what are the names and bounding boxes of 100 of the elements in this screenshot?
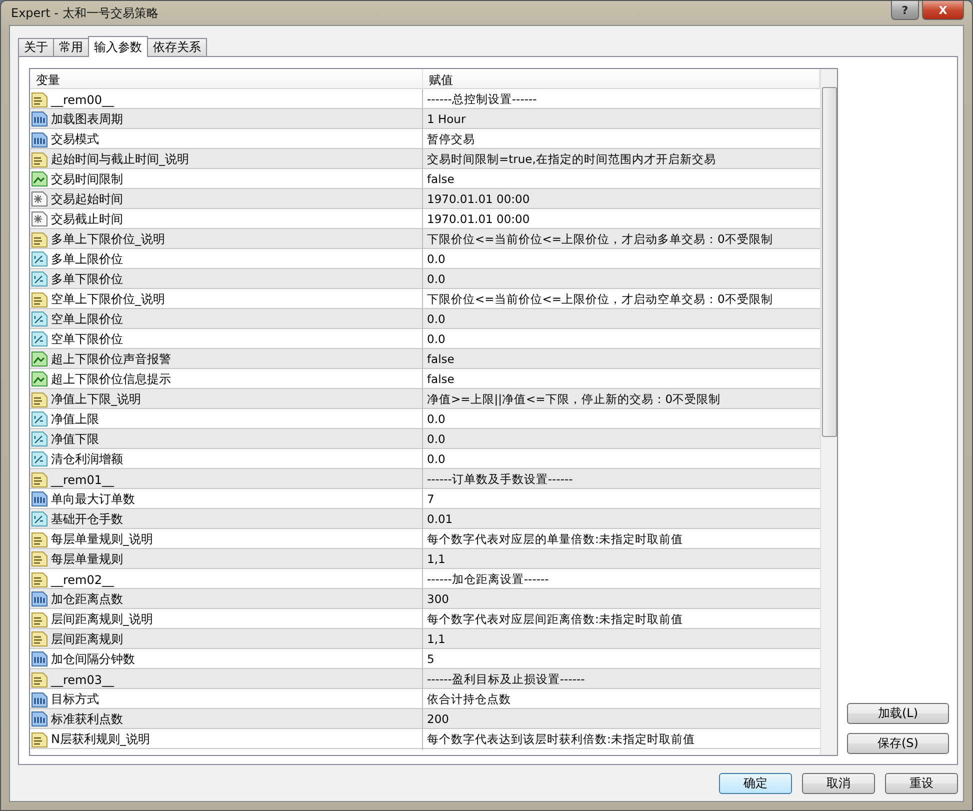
value-cell[interactable]: 300 xyxy=(423,589,820,609)
value-cell[interactable]: 每个数字代表达到该层时获利倍数:未指定时取前值 xyxy=(423,729,820,750)
value-cell[interactable]: false xyxy=(423,369,820,389)
text-type-icon xyxy=(31,631,48,647)
help-button[interactable]: ? xyxy=(891,1,919,20)
text-type-icon xyxy=(31,732,48,748)
variable-name: N层获利规则_说明 xyxy=(51,731,150,748)
value-cell[interactable]: 每个数字代表对应层间距离倍数:未指定时取前值 xyxy=(423,609,820,630)
variable-name: 超上下限价位信息提示 xyxy=(51,370,171,388)
text-type-icon xyxy=(31,472,48,488)
value-cell[interactable]: 暂停交易 xyxy=(423,129,820,150)
window-title: Expert - 太和一号交易策略 xyxy=(10,4,158,22)
tab[interactable]: 依存关系 xyxy=(147,38,207,56)
variable-name: 净值上限 xyxy=(51,410,99,428)
variable-name: 交易时间限制 xyxy=(51,170,123,188)
value-cell[interactable]: 0.0 xyxy=(423,449,820,469)
value-cell[interactable]: 0.0 xyxy=(423,249,820,269)
variable-name: 每层单量规则 xyxy=(51,550,123,568)
variable-name: 空单上下限价位_说明 xyxy=(51,291,165,308)
fraction-type-icon xyxy=(31,511,48,527)
variable-name: 标准获利点数 xyxy=(51,710,123,728)
value-cell[interactable]: 净值>=上限||净值<=下限，停止新的交易：0不受限制 xyxy=(423,389,820,410)
dialog-button[interactable]: 重设 xyxy=(885,773,958,794)
value-cell[interactable]: 1,1 xyxy=(423,549,820,569)
variable-name: 净值下限 xyxy=(51,430,99,448)
fraction-type-icon xyxy=(31,411,48,427)
variable-name: 加载图表周期 xyxy=(51,110,123,128)
integer-type-icon xyxy=(31,491,48,507)
value-cell[interactable]: 0.0 xyxy=(423,309,820,329)
variable-name: 超上下限价位声音报警 xyxy=(51,350,171,368)
value-cell[interactable]: ------盈利目标及止损设置------ xyxy=(423,669,820,690)
dialog-button[interactable]: 取消 xyxy=(802,773,875,794)
tab[interactable]: 常用 xyxy=(53,38,89,56)
value-cell[interactable]: 下限价位<=当前价位<=上限价位，才启动多单交易：0不受限制 xyxy=(423,229,820,250)
value-cell[interactable]: 5 xyxy=(423,649,820,669)
boolean-type-icon xyxy=(31,171,48,187)
text-type-icon xyxy=(31,232,48,248)
integer-type-icon xyxy=(31,651,48,667)
variable-name: 加仓间隔分钟数 xyxy=(51,650,135,668)
variable-name: 每层单量规则_说明 xyxy=(51,531,153,548)
variable-name: 交易起始时间 xyxy=(51,190,123,208)
side-button[interactable]: 加载(L) xyxy=(847,703,949,724)
value-cell[interactable]: 0.0 xyxy=(423,329,820,349)
variable-name: 层间距离规则 xyxy=(51,630,123,648)
boolean-type-icon xyxy=(31,351,48,367)
value-cell[interactable]: 1,1 xyxy=(423,629,820,649)
value-cell[interactable]: 0.0 xyxy=(423,269,820,289)
value-cell[interactable]: ------总控制设置------ xyxy=(423,89,820,110)
integer-type-icon xyxy=(31,711,48,727)
tab[interactable]: 关于 xyxy=(18,38,54,56)
variable-name: 起始时间与截止时间_说明 xyxy=(51,151,189,168)
value-cell[interactable]: false xyxy=(423,349,820,369)
scroll-thumb[interactable] xyxy=(822,87,836,437)
variable-name: 清仓利润增额 xyxy=(51,450,123,468)
value-cell[interactable]: ------订单数及手数设置------ xyxy=(423,469,820,490)
text-type-icon xyxy=(31,152,48,168)
integer-type-icon xyxy=(31,111,48,127)
side-button[interactable]: 保存(S) xyxy=(847,733,949,754)
value-cell[interactable]: 1 Hour xyxy=(423,109,820,129)
text-type-icon xyxy=(31,292,48,308)
variable-name: 多单上下限价位_说明 xyxy=(51,231,165,248)
value-cell[interactable]: 7 xyxy=(423,489,820,509)
value-cell[interactable]: 交易时间限制=true,在指定的时间范围内才开启新交易 xyxy=(423,149,820,170)
variable-name: 目标方式 xyxy=(51,691,99,708)
variable-name: __rem02__ xyxy=(51,572,114,586)
value-cell[interactable]: 下限价位<=当前价位<=上限价位，才启动空单交易：0不受限制 xyxy=(423,289,820,310)
value-cell[interactable]: 200 xyxy=(423,709,820,729)
fraction-type-icon xyxy=(31,271,48,287)
fraction-type-icon xyxy=(31,311,48,327)
value-cell[interactable]: 0.01 xyxy=(423,509,820,529)
value-cell[interactable]: 1970.01.01 00:00 xyxy=(423,189,820,209)
text-type-icon xyxy=(31,551,48,567)
tab[interactable]: 输入参数 xyxy=(88,36,148,57)
variable-name: 交易截止时间 xyxy=(51,210,123,228)
value-cell[interactable]: ------加仓距离设置------ xyxy=(423,569,820,590)
dialog-button[interactable]: 确定 xyxy=(719,773,792,794)
value-cell[interactable]: 依合计持仓点数 xyxy=(423,689,820,710)
value-cell[interactable]: 1970.01.01 00:00 xyxy=(423,209,820,229)
value-cell[interactable]: 0.0 xyxy=(423,409,820,429)
variable-name: 基础开仓手数 xyxy=(51,510,123,528)
variable-name: 空单上限价位 xyxy=(51,310,123,328)
value-cell[interactable]: false xyxy=(423,169,820,189)
value-cell[interactable]: 0.0 xyxy=(423,429,820,449)
value-cell[interactable]: 每个数字代表对应层的单量倍数:未指定时取前值 xyxy=(423,529,820,550)
variable-name: 加仓距离点数 xyxy=(51,590,123,608)
variable-name: 交易模式 xyxy=(51,131,99,148)
fraction-type-icon xyxy=(31,431,48,447)
close-button[interactable]: X xyxy=(922,1,964,20)
text-type-icon xyxy=(31,92,48,108)
variable-name: 空单下限价位 xyxy=(51,330,123,348)
text-type-icon xyxy=(31,672,48,688)
variable-name: 多单上限价位 xyxy=(51,250,123,268)
text-type-icon xyxy=(31,572,48,588)
text-type-icon xyxy=(31,612,48,628)
fraction-type-icon xyxy=(31,451,48,467)
integer-type-icon xyxy=(31,132,48,148)
variable-name: 单向最大订单数 xyxy=(51,490,135,508)
variable-name: 净值上下限_说明 xyxy=(51,391,141,408)
scrollbar[interactable] xyxy=(820,69,837,755)
fraction-type-icon xyxy=(31,251,48,267)
